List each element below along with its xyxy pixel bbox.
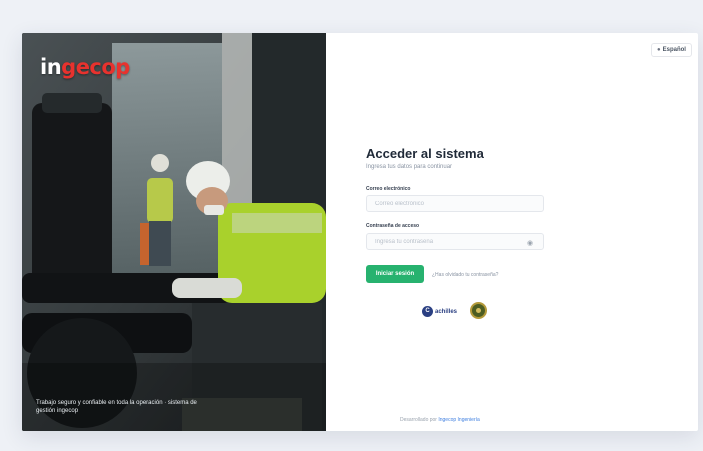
achilles-name: achilles — [435, 308, 458, 315]
footer-credit: Desarrollado por Ingecop Ingeniería — [400, 417, 480, 423]
language-selector[interactable]: ● Español — [651, 43, 692, 57]
password-label: Contraseña de acceso — [366, 223, 420, 229]
achilles-icon: C — [422, 306, 433, 317]
page-title: Acceder al sistema — [366, 146, 484, 161]
hero-image: ingecop Trabajo seguro y confiable en to… — [22, 33, 326, 431]
forgot-password-link[interactable]: ¿Has olvidado tu contraseña? — [432, 272, 498, 278]
footer-link[interactable]: Ingecop Ingeniería — [438, 417, 479, 423]
partner-logo-achilles: C achilles — [422, 306, 457, 317]
brand-logo: ingecop — [40, 55, 130, 79]
show-password-icon[interactable]: ◉ — [527, 239, 533, 247]
footer-prefix: Desarrollado por — [400, 417, 439, 423]
hero-caption: Trabajo seguro y confiable en toda la op… — [36, 400, 197, 414]
login-button[interactable]: Iniciar sesión — [366, 265, 424, 283]
email-label: Correo electrónico — [366, 186, 411, 192]
language-label: Español — [662, 47, 686, 53]
login-card: ingecop Trabajo seguro y confiable en to… — [22, 33, 698, 431]
page-subtitle: Ingresa tus datos para continuar — [366, 164, 453, 170]
hero-photo — [22, 33, 326, 431]
partner-seal-icon — [470, 302, 487, 319]
email-field[interactable] — [366, 195, 544, 212]
globe-icon: ● — [657, 47, 661, 53]
password-field[interactable] — [366, 233, 544, 250]
